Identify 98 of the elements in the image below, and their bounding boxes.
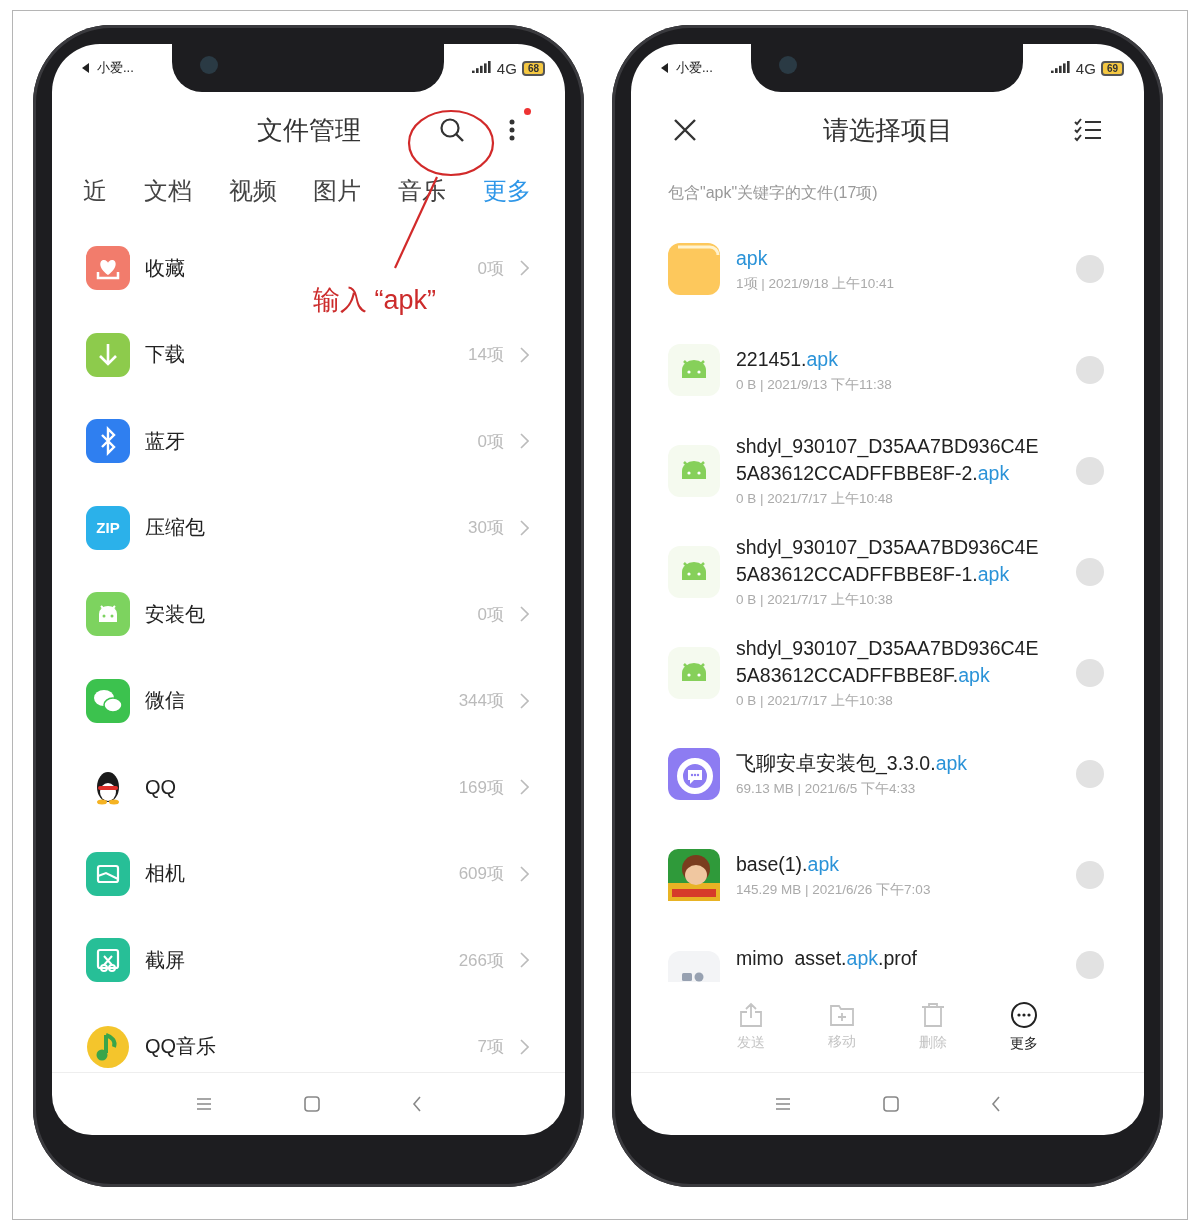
file-name[interactable]: shdyl_930107_D35AA7BD936C4E5A83612CCADFFBBE8F.apk bbox=[736, 635, 1046, 689]
file-details: 0 B | 2021/7/17 上午10:38 bbox=[736, 692, 894, 710]
share-icon bbox=[739, 1002, 763, 1028]
item-count: 30项 bbox=[468, 517, 504, 540]
item-count: 0项 bbox=[477, 257, 504, 280]
file-name[interactable]: 飞聊安卓安装包_3.3.0.apk bbox=[736, 749, 1046, 777]
item-count: 0项 bbox=[477, 603, 504, 626]
more-icon bbox=[1010, 1001, 1038, 1029]
signal-icon bbox=[1050, 61, 1071, 75]
category-label[interactable]: 收藏 bbox=[145, 254, 478, 282]
scissors-icon bbox=[86, 938, 130, 983]
item-count: 266项 bbox=[458, 949, 504, 972]
category-label[interactable]: 下载 bbox=[145, 341, 469, 369]
android-icon bbox=[86, 592, 130, 637]
screen-title: 文件管理 bbox=[256, 113, 361, 147]
search-summary: 包含"apk"关键字的文件(17项) bbox=[668, 182, 878, 203]
category-label[interactable]: 安装包 bbox=[145, 600, 478, 628]
search-icon[interactable] bbox=[439, 117, 465, 143]
select-radio[interactable] bbox=[1076, 355, 1104, 384]
file-name[interactable]: base(1).apk bbox=[736, 850, 1046, 878]
annotation-text: 输入 “apk” bbox=[313, 284, 437, 317]
category-label[interactable]: 相机 bbox=[145, 860, 459, 888]
music-note-icon bbox=[86, 1024, 130, 1069]
file-name[interactable]: shdyl_930107_D35AA7BD936C4E5A83612CCADFFBBE8F-1.apk bbox=[736, 534, 1046, 588]
chevron-icon[interactable] bbox=[520, 779, 529, 796]
notification-dot bbox=[524, 108, 531, 115]
category-label[interactable]: 蓝牙 bbox=[145, 427, 478, 455]
item-count: 609项 bbox=[458, 863, 504, 886]
file-details: 0 B | 2021/7/17 上午10:38 bbox=[736, 591, 894, 609]
category-label[interactable]: 截屏 bbox=[145, 946, 459, 974]
select-radio[interactable] bbox=[1076, 456, 1104, 485]
select-radio[interactable] bbox=[1076, 860, 1104, 889]
item-count: 0项 bbox=[477, 430, 504, 453]
file-details: 0 B | 2021/7/17 上午10:48 bbox=[736, 490, 894, 508]
download-icon bbox=[86, 332, 130, 377]
battery-level: 68 bbox=[521, 60, 545, 76]
trash-icon bbox=[920, 1002, 946, 1028]
category-tab[interactable]: 图片 bbox=[313, 175, 362, 207]
android-icon bbox=[668, 545, 720, 598]
picture-frame-icon bbox=[86, 851, 130, 896]
select-radio[interactable] bbox=[1076, 557, 1104, 586]
android-icon bbox=[668, 444, 720, 497]
chevron-icon[interactable] bbox=[520, 692, 529, 709]
file-details: 0 B | 2021/9/13 下午11:38 bbox=[736, 375, 893, 394]
folder-icon bbox=[668, 242, 720, 295]
chat-bubbles-icon bbox=[86, 678, 130, 723]
chevron-icon[interactable] bbox=[520, 346, 529, 363]
file-name[interactable]: shdyl_930107_D35AA7BD936C4E5A83612CCADFFBBE8F-2.apk bbox=[736, 433, 1046, 487]
file-details: 145.29 MB | 2021/6/26 下午7:03 bbox=[736, 880, 932, 899]
category-label[interactable]: 压缩包 bbox=[145, 514, 469, 542]
category-label[interactable]: 微信 bbox=[145, 687, 459, 715]
select-radio[interactable] bbox=[1076, 951, 1104, 979]
select-radio[interactable] bbox=[1076, 658, 1104, 687]
select-radio[interactable] bbox=[1076, 759, 1104, 788]
folder-plus-icon bbox=[829, 1003, 855, 1027]
item-count: 344项 bbox=[458, 690, 504, 713]
signal-icon bbox=[471, 61, 492, 75]
menu-icon[interactable] bbox=[774, 1097, 791, 1111]
chevron-icon[interactable] bbox=[520, 433, 529, 450]
status-app-name: 小爱... bbox=[676, 59, 713, 77]
chevron-icon[interactable] bbox=[520, 519, 529, 536]
back-icon[interactable] bbox=[661, 63, 668, 73]
action-button[interactable]: 更多 bbox=[994, 1001, 1054, 1053]
network-type: 4G bbox=[496, 59, 517, 77]
chevron-icon[interactable] bbox=[520, 1038, 529, 1055]
network-type: 4G bbox=[1075, 59, 1096, 77]
checklist-icon[interactable] bbox=[1074, 118, 1102, 142]
status-app-name: 小爱... bbox=[97, 59, 134, 77]
file-name[interactable]: 221451.apk bbox=[736, 345, 1046, 373]
file-details: 1项 | 2021/9/18 上午10:41 bbox=[736, 274, 896, 293]
category-label[interactable]: QQ音乐 bbox=[145, 1033, 478, 1061]
chat-icon bbox=[668, 747, 720, 800]
category-tab[interactable]: 文档 bbox=[143, 175, 192, 207]
android-icon bbox=[668, 343, 720, 396]
chevron-icon[interactable] bbox=[520, 606, 529, 623]
item-count: 14项 bbox=[468, 344, 504, 367]
zip-icon: ZIP bbox=[86, 505, 130, 550]
category-label[interactable]: QQ bbox=[145, 775, 459, 799]
bluetooth-icon bbox=[86, 419, 130, 464]
file-name[interactable]: mimo asset.apk.prof bbox=[736, 945, 1046, 972]
chevron-icon[interactable] bbox=[520, 260, 529, 277]
chevron-icon[interactable] bbox=[520, 952, 529, 969]
category-tab[interactable]: 近 bbox=[83, 175, 107, 207]
more-options-icon[interactable] bbox=[509, 119, 515, 141]
battery-level: 69 bbox=[1100, 60, 1124, 76]
android-icon bbox=[668, 646, 720, 699]
category-tab[interactable]: 视频 bbox=[228, 175, 277, 207]
home-icon[interactable] bbox=[303, 1096, 320, 1112]
item-count: 169项 bbox=[458, 776, 504, 799]
menu-icon[interactable] bbox=[195, 1097, 212, 1111]
select-radio[interactable] bbox=[1076, 254, 1104, 283]
chevron-icon[interactable] bbox=[520, 865, 529, 882]
item-count: 7项 bbox=[477, 1036, 504, 1059]
close-icon[interactable] bbox=[673, 118, 697, 142]
home-icon[interactable] bbox=[882, 1096, 899, 1112]
screen-title: 请选择项目 bbox=[822, 113, 953, 147]
file-details: 69.13 MB | 2021/6/5 下午4:33 bbox=[736, 779, 917, 798]
back-icon[interactable] bbox=[82, 63, 89, 73]
